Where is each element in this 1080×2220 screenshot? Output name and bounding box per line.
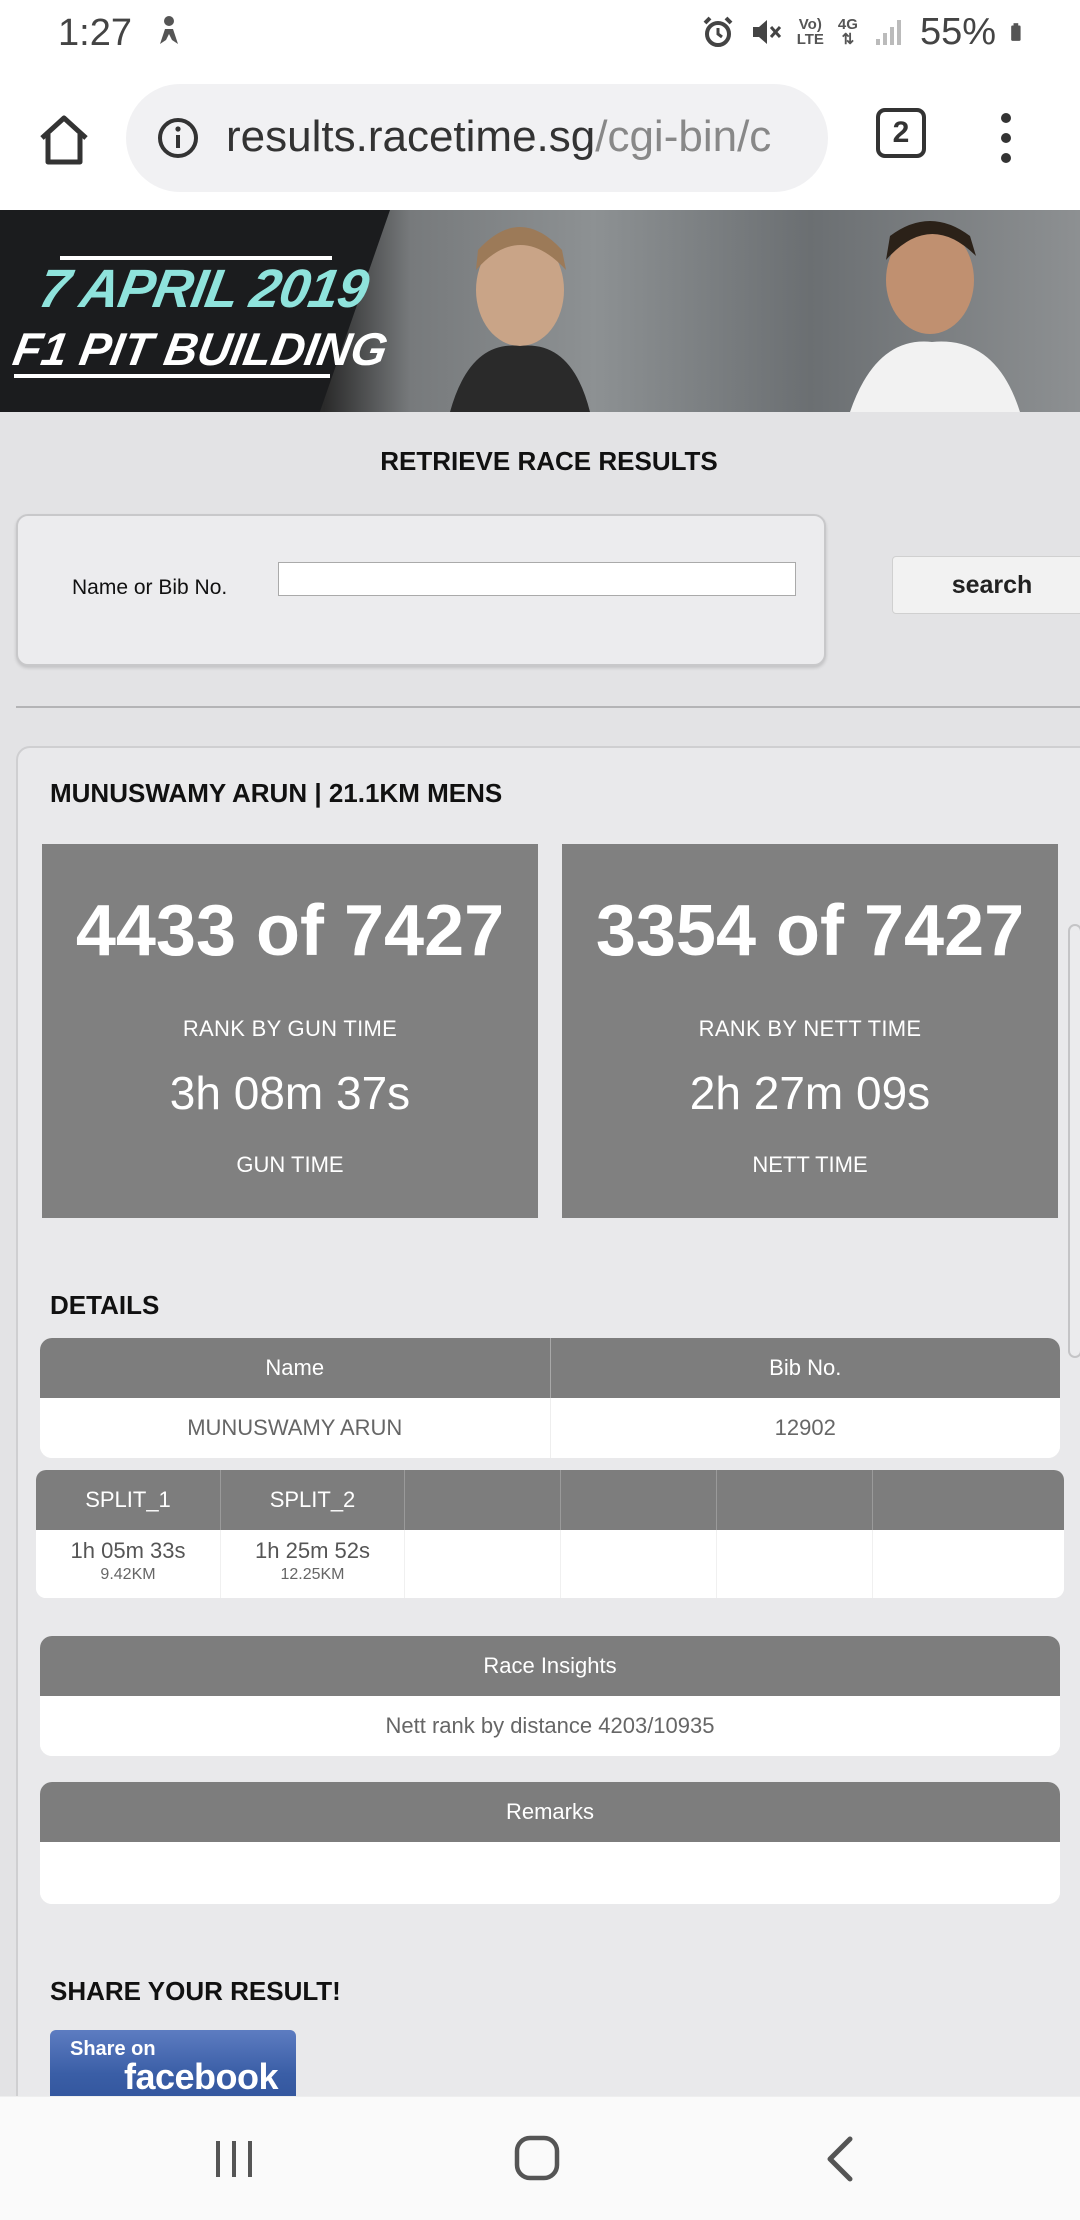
status-bar: 1:27 Vo) LTE 4G ⇅ 55% (0, 0, 1080, 66)
details-bib-value: 12902 (549, 1398, 1061, 1458)
status-icons: Vo) LTE 4G ⇅ 55% (701, 10, 1030, 53)
split-cell-1: 1h 05m 33s 9.42KM (36, 1530, 220, 1598)
remarks-value (40, 1842, 1060, 1904)
split-cell-5 (716, 1530, 872, 1598)
url-domain: results.racetime.sg (226, 112, 596, 161)
back-icon[interactable] (822, 2135, 858, 2183)
navigation-bar (0, 2096, 1080, 2220)
insights-row: Nett rank by distance 4203/10935 (40, 1696, 1060, 1756)
result-heading: MUNUSWAMY ARUN | 21.1KM MENS (50, 778, 503, 808)
divider (16, 706, 1080, 708)
mute-icon (752, 20, 781, 44)
share-heading: SHARE YOUR RESULT! (50, 1976, 341, 2006)
split-cell-3 (404, 1530, 560, 1598)
gun-time-label: GUN TIME (236, 1152, 344, 1177)
page-title: RETRIEVE RACE RESULTS (380, 446, 718, 476)
more-options-icon[interactable] (996, 110, 1016, 166)
race-insights-table: Race Insights Nett rank by distance 4203… (40, 1636, 1060, 1756)
nett-rank: 3354 of 7427 (595, 891, 1025, 971)
banner-date: 7 APRIL 2019 (34, 259, 373, 319)
insights-value: Nett rank by distance 4203/10935 (385, 1713, 715, 1738)
url-text[interactable]: results.racetime.sg/cgi-bin/c (226, 112, 771, 162)
split-header-3 (404, 1470, 560, 1530)
volte-top: Vo) (798, 16, 822, 33)
battery-percent: 55% (919, 10, 996, 53)
address-bar[interactable]: results.racetime.sg/cgi-bin/c (126, 84, 828, 192)
details-table: Name Bib No. MUNUSWAMY ARUN 12902 (40, 1338, 1060, 1458)
gun-rank-label: RANK BY GUN TIME (182, 1016, 398, 1041)
gun-time-panel: 4433 of 7427 RANK BY GUN TIME 3h 08m 37s… (42, 844, 538, 1218)
tab-switcher-button[interactable]: 2 (876, 108, 926, 158)
split-header-5 (716, 1470, 872, 1530)
split-cell-4 (560, 1530, 716, 1598)
info-icon[interactable] (156, 116, 200, 160)
gun-rank: 4433 of 7427 (75, 891, 505, 971)
nett-rank-label: RANK BY NETT TIME (698, 1016, 922, 1041)
details-header-name: Name (265, 1355, 325, 1380)
details-heading: DETAILS (50, 1290, 160, 1320)
scrollbar-thumb[interactable] (1068, 924, 1080, 1358)
volte-bottom: LTE (796, 31, 824, 48)
data-type: 4G (837, 16, 858, 33)
remarks-header-row: Remarks (40, 1782, 1060, 1842)
status-time: 1:27 (58, 12, 132, 54)
details-header-row: Name Bib No. (40, 1338, 1060, 1398)
web-content: 7 APRIL 2019 F1 PIT BUILDING RETRIEVE RA… (0, 210, 1080, 2096)
runner-woman-image (450, 227, 590, 412)
home-nav-icon[interactable] (512, 2133, 562, 2183)
data-indicator: 4G ⇅ (838, 17, 858, 47)
search-input[interactable] (278, 562, 796, 596)
split-1-distance: 9.42KM (100, 1566, 156, 1583)
split-1-time: 1h 05m 33s (70, 1538, 186, 1563)
insights-header: Race Insights (483, 1653, 617, 1678)
splits-row: 1h 05m 33s 9.42KM 1h 25m 52s 12.25KM (36, 1530, 1064, 1598)
nett-time: 2h 27m 09s (689, 1067, 931, 1119)
split-2-distance: 12.25KM (280, 1566, 345, 1583)
facebook-share-button[interactable]: Share on facebook (50, 2030, 296, 2096)
gun-time: 3h 08m 37s (169, 1067, 411, 1119)
runner-man-image (850, 221, 1020, 412)
facebook-share-big: facebook (124, 2056, 279, 2096)
remarks-header: Remarks (505, 1799, 594, 1824)
data-arrows: ⇅ (841, 31, 855, 48)
split-header-1: SPLIT_1 (85, 1487, 171, 1512)
event-banner: 7 APRIL 2019 F1 PIT BUILDING (0, 210, 1080, 412)
split-header-4 (560, 1470, 716, 1530)
person-icon (160, 16, 178, 44)
split-cell-2: 1h 25m 52s 12.25KM (220, 1530, 404, 1598)
home-icon[interactable] (36, 112, 92, 168)
search-label: Name or Bib No. (72, 576, 228, 599)
nett-time-panel: 3354 of 7427 RANK BY NETT TIME 2h 27m 09… (562, 844, 1058, 1218)
details-header-bib: Bib No. (549, 1338, 1061, 1398)
recent-apps-icon[interactable] (212, 2137, 258, 2181)
nett-time-label: NETT TIME (752, 1152, 868, 1177)
details-name-value: MUNUSWAMY ARUN (187, 1415, 403, 1440)
banner-venue: F1 PIT BUILDING (9, 323, 392, 375)
details-row: MUNUSWAMY ARUN 12902 (40, 1398, 1060, 1458)
split-cell-6 (872, 1530, 1064, 1598)
alarm-icon (703, 16, 733, 47)
volte-indicator: Vo) LTE (797, 17, 824, 47)
banner-rule-bottom (14, 374, 330, 378)
battery-icon (1011, 23, 1021, 41)
split-header-2: SPLIT_2 (220, 1470, 404, 1530)
insights-header-row: Race Insights (40, 1636, 1060, 1696)
browser-toolbar: results.racetime.sg/cgi-bin/c 2 (0, 66, 1080, 210)
remarks-table: Remarks (40, 1782, 1060, 1904)
splits-table: SPLIT_1 SPLIT_2 1h 05m 33s 9.42KM 1h 25m… (36, 1470, 1064, 1598)
split-header-6 (872, 1470, 1064, 1530)
search-panel: Name or Bib No. (16, 514, 826, 666)
signal-icon (875, 20, 901, 45)
splits-header-row: SPLIT_1 SPLIT_2 (36, 1470, 1064, 1530)
split-2-time: 1h 25m 52s (255, 1538, 370, 1563)
url-path: /cgi-bin/c (595, 112, 772, 161)
remarks-row (40, 1842, 1060, 1904)
search-button[interactable]: search (892, 556, 1080, 614)
